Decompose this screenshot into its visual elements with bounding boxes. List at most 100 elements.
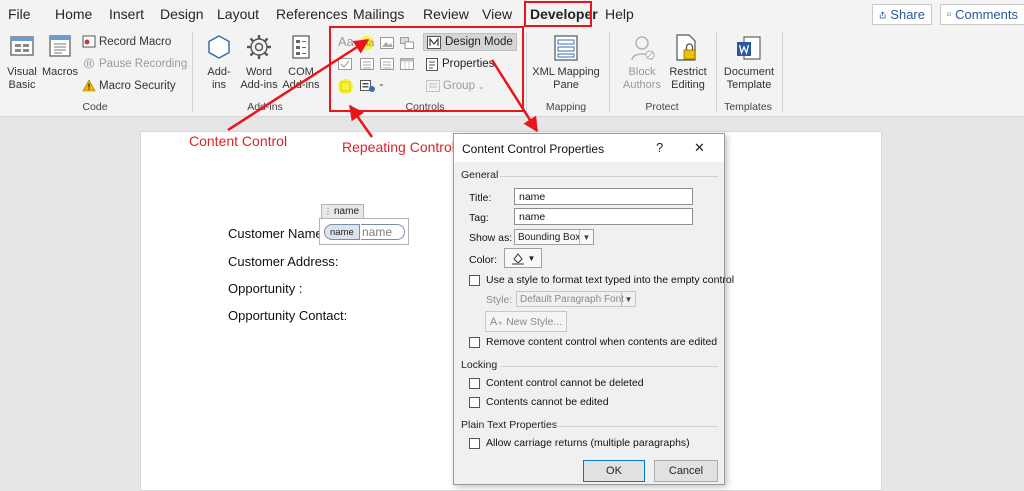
separator <box>526 32 527 112</box>
opportunity-label: Opportunity : <box>228 281 303 296</box>
visual-basic-icon <box>10 36 34 56</box>
use-style-label: Use a style to format text typed into th… <box>486 274 735 286</box>
document-template-label-1: Document <box>723 66 775 78</box>
plain-text-section-heading: Plain Text Properties <box>461 419 558 431</box>
tab-insert[interactable]: Insert <box>109 6 144 22</box>
restrict-editing-label-2: Editing <box>671 79 705 91</box>
word-addins-label-1: Word <box>245 66 273 78</box>
content-control-tab[interactable]: ⋮ name <box>321 204 365 218</box>
restrict-editing-icon <box>676 34 696 61</box>
tab-layout[interactable]: Layout <box>217 6 259 22</box>
allow-cr-checkbox[interactable] <box>469 438 480 449</box>
dialog-title-bar[interactable]: Content Control Properties ? ✕ <box>454 134 724 162</box>
developer-highlight-box <box>524 1 592 27</box>
macros-label: Macros <box>41 66 79 78</box>
comment-icon <box>947 12 951 17</box>
share-icon <box>879 10 886 18</box>
new-style-icon: A₊ <box>489 316 504 328</box>
remove-cc-label: Remove content control when contents are… <box>486 336 718 348</box>
opportunity-contact-label: Opportunity Contact: <box>228 308 348 323</box>
mapping-group-label: Mapping <box>545 101 587 113</box>
new-style-button: A₊ New Style... <box>485 311 567 332</box>
tab-help[interactable]: Help <box>605 6 634 22</box>
com-addins-label-1: COM <box>288 66 314 78</box>
controls-highlight-box <box>329 26 524 112</box>
tag-label: Tag: <box>469 212 489 224</box>
content-control-properties-dialog: Content Control Properties ? ✕ General T… <box>453 133 734 485</box>
chevron-down-icon: ▼ <box>579 230 593 244</box>
pause-icon <box>84 58 94 69</box>
tab-view[interactable]: View <box>482 6 512 22</box>
show-as-value: Bounding Box <box>518 231 581 243</box>
macro-security-label: Macro Security <box>99 79 176 92</box>
xml-mapping-label-2: Pane <box>553 79 579 91</box>
xml-mapping-icon <box>554 35 578 61</box>
new-style-label: New Style... <box>506 315 563 328</box>
code-group-label: Code <box>82 101 108 113</box>
tab-file[interactable]: File <box>8 6 31 22</box>
addins-label-2: ins <box>211 79 227 91</box>
menu-bar: File Home Insert Design Layout Reference… <box>0 0 1024 28</box>
visual-basic-label-2: Basic <box>8 79 36 91</box>
tab-design[interactable]: Design <box>160 6 204 22</box>
close-icon[interactable]: ✕ <box>694 140 705 156</box>
help-icon[interactable]: ? <box>656 140 663 155</box>
chevron-down-icon: ▼ <box>527 253 536 263</box>
block-authors-icon <box>631 36 655 61</box>
tag-input[interactable] <box>514 208 693 225</box>
block-authors-label-1: Block <box>628 66 656 78</box>
record-macro-icon <box>82 35 96 48</box>
tab-review[interactable]: Review <box>423 6 469 22</box>
pause-recording-label: Pause Recording <box>99 57 188 70</box>
record-macro-label: Record Macro <box>99 35 172 48</box>
addins-label-1: Add- <box>207 66 231 78</box>
separator <box>782 32 783 112</box>
share-button[interactable]: Share <box>872 4 932 25</box>
content-control-title: name <box>324 224 360 240</box>
general-section-heading: General <box>461 169 499 181</box>
style-value: Default Paragraph Font <box>520 293 624 305</box>
show-as-label: Show as: <box>469 232 513 244</box>
record-macro-button[interactable]: Record Macro <box>82 34 171 49</box>
pause-recording-button: Pause Recording <box>82 56 187 71</box>
title-input[interactable] <box>514 188 693 205</box>
content-control-tag: name <box>334 206 360 217</box>
color-label: Color: <box>469 254 498 266</box>
style-label: Style: <box>486 294 513 306</box>
separator <box>716 32 717 112</box>
cannot-delete-checkbox[interactable] <box>469 378 480 389</box>
content-control[interactable]: name name <box>319 218 409 245</box>
cannot-edit-checkbox[interactable] <box>469 397 480 408</box>
protect-group-label: Protect <box>645 101 679 113</box>
com-addins-label-2: Add-ins <box>282 79 320 91</box>
tab-references[interactable]: References <box>276 6 348 22</box>
tab-mailings[interactable]: Mailings <box>353 6 404 22</box>
macros-icon <box>49 35 71 57</box>
cannot-delete-label: Content control cannot be deleted <box>486 377 644 389</box>
com-addins-icon <box>292 35 310 59</box>
customer-name-label: Customer Name: <box>228 226 327 241</box>
color-picker-button[interactable]: ▼ <box>504 248 542 268</box>
comments-button[interactable]: Comments <box>940 4 1024 25</box>
show-as-select[interactable]: Bounding Box ▼ <box>514 229 594 245</box>
ok-button[interactable]: OK <box>583 460 645 482</box>
restrict-editing-label-1: Restrict <box>669 66 707 78</box>
separator <box>500 366 718 367</box>
paint-bucket-icon <box>511 252 524 265</box>
cancel-button[interactable]: Cancel <box>654 460 718 482</box>
content-control-annotation: Content Control <box>189 133 288 149</box>
customer-address-label: Customer Address: <box>228 254 339 269</box>
word-template-icon <box>737 36 761 60</box>
tab-home[interactable]: Home <box>55 6 92 22</box>
block-authors-label-2: Authors <box>623 79 661 91</box>
warning-icon <box>82 79 96 92</box>
allow-cr-label: Allow carriage returns (multiple paragra… <box>486 437 690 449</box>
templates-group-label: Templates <box>724 101 772 113</box>
addins-group-label: Add-ins <box>247 101 283 113</box>
drag-handle-icon[interactable]: ⋮ <box>324 207 332 216</box>
remove-cc-checkbox[interactable] <box>469 337 480 348</box>
use-style-checkbox[interactable] <box>469 275 480 286</box>
separator <box>500 176 718 177</box>
macro-security-button[interactable]: Macro Security <box>82 78 176 93</box>
chevron-down-icon: ▼ <box>621 292 635 306</box>
